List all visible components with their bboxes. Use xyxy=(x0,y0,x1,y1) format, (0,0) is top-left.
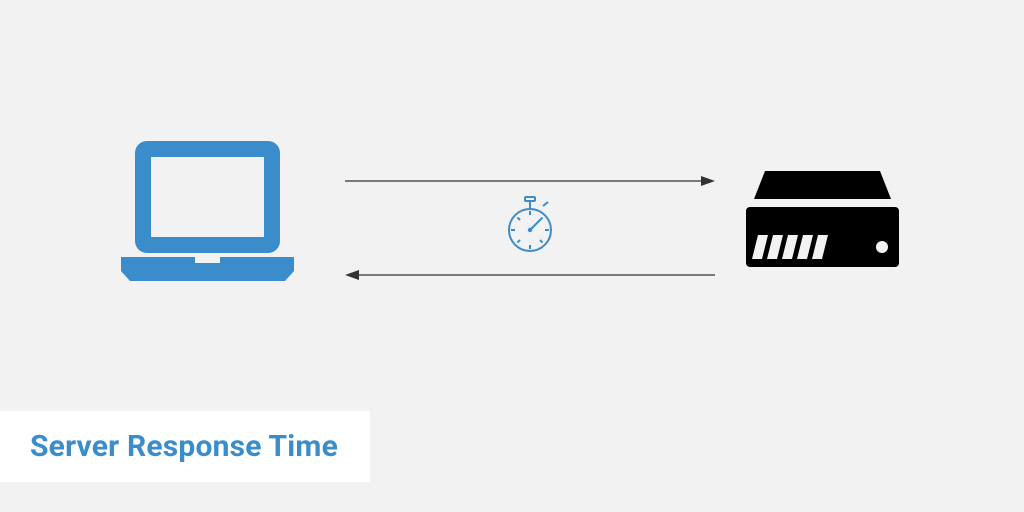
title-box: Server Response Time xyxy=(0,411,370,482)
diagram-canvas: Server Response Time xyxy=(0,0,1024,512)
server-icon xyxy=(740,165,905,289)
stopwatch-icon xyxy=(505,196,555,258)
diagram-title: Server Response Time xyxy=(30,429,338,464)
laptop-icon xyxy=(115,135,300,299)
response-arrow xyxy=(345,266,715,278)
request-arrow xyxy=(345,172,715,184)
